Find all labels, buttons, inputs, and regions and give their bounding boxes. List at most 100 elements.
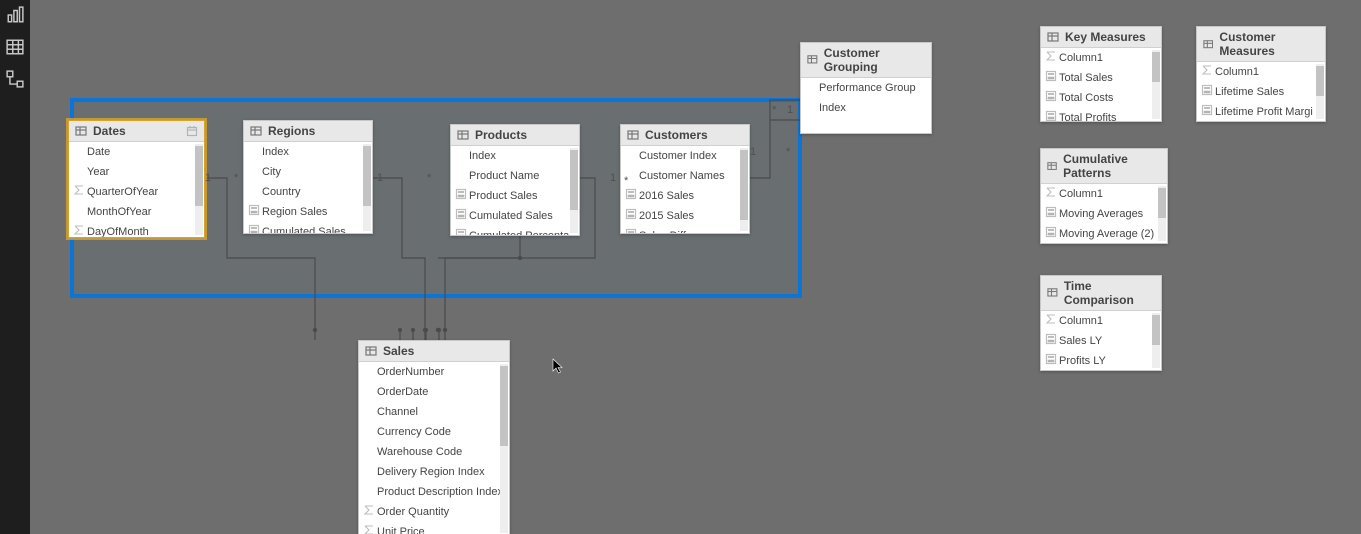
scrollbar-thumb[interactable] [1152,52,1160,82]
calculator-icon [1045,110,1057,121]
field-row[interactable]: Lifetime Profit Margi [1197,102,1325,121]
table-header[interactable]: Time Comparison [1041,276,1161,311]
field-row[interactable]: Lifetime Sales [1197,82,1325,102]
table-header[interactable]: Cumulative Patterns [1041,149,1167,184]
field-row[interactable]: Product Description Index [359,482,509,502]
scrollbar-thumb[interactable] [1316,66,1324,96]
table-card-regions[interactable]: RegionsIndexCityCountryRegion SalesCumul… [243,120,373,234]
cardinality-marker: 1 [377,172,383,184]
table-card-products[interactable]: ProductsIndexProduct NameProduct SalesCu… [450,124,580,236]
table-header[interactable]: Customer Measures [1197,27,1325,62]
field-row[interactable]: Product Sales [451,186,579,206]
scrollbar[interactable] [1158,186,1166,241]
cardinality-marker: 1 [610,172,616,184]
field-label: Index [469,148,496,164]
field-row[interactable]: Index [451,146,579,166]
table-card-time[interactable]: Time ComparisonColumn1Sales LYProfits LY… [1040,275,1162,371]
field-row[interactable]: Date [69,142,204,162]
scrollbar[interactable] [363,144,371,231]
scrollbar[interactable] [500,364,508,533]
field-row[interactable]: 2016 Sales [621,186,749,206]
field-row[interactable]: Profits LY [1041,351,1161,370]
scrollbar-thumb[interactable] [363,146,371,206]
table-header[interactable]: Key Measures [1041,27,1161,48]
calculator-icon [1201,84,1213,96]
field-row[interactable]: Customer Names [621,166,749,186]
field-row[interactable]: Sales LY [1041,331,1161,351]
field-row[interactable]: OrderNumber [359,362,509,382]
field-row[interactable]: Total Profits [1041,108,1161,121]
field-row[interactable]: Product Name [451,166,579,186]
field-row[interactable]: Order Quantity [359,502,509,522]
model-view-icon[interactable] [6,70,24,88]
table-header[interactable]: Customer Grouping [801,43,931,78]
scrollbar-thumb[interactable] [1152,315,1160,345]
table-header[interactable]: Products [451,125,579,146]
table-card-cumulative[interactable]: Cumulative PatternsColumn1Moving Average… [1040,148,1168,244]
table-card-customer_measures[interactable]: Customer MeasuresColumn1Lifetime SalesLi… [1196,26,1326,122]
scrollbar[interactable] [570,148,578,233]
field-label: DayOfMonth [87,224,149,237]
scrollbar[interactable] [1152,50,1160,119]
data-view-icon[interactable] [6,38,24,56]
field-row[interactable]: Column1 [1041,184,1167,204]
field-row[interactable]: 2015 Sales [621,206,749,226]
table-card-key_measures[interactable]: Key MeasuresColumn1Total SalesTotal Cost… [1040,26,1162,122]
scrollbar-thumb[interactable] [1158,188,1166,218]
scrollbar-thumb[interactable] [740,150,748,220]
field-row[interactable]: Region Sales [244,202,372,222]
calculator-icon [248,204,260,216]
field-row[interactable]: Customer Index [621,146,749,166]
field-row[interactable]: Column1 [1041,48,1161,68]
field-row[interactable]: Country [244,182,372,202]
table-card-sales[interactable]: SalesOrderNumberOrderDateChannelCurrency… [358,340,510,534]
sigma-icon [73,184,85,196]
scrollbar-thumb[interactable] [500,366,508,446]
calculator-icon [625,228,637,233]
table-header[interactable]: Sales [359,341,509,362]
table-title: Customer Grouping [824,46,925,74]
sigma-icon [73,224,85,236]
field-row[interactable]: Total Costs [1041,88,1161,108]
report-view-icon[interactable] [6,6,24,24]
scrollbar[interactable] [1152,313,1160,368]
field-row[interactable]: OrderDate [359,382,509,402]
field-row[interactable]: Sales Difference [621,226,749,233]
field-row[interactable]: DayOfMonth [69,222,204,237]
field-row[interactable]: Cumulated Sales [244,222,372,233]
field-row[interactable]: Column1 [1041,311,1161,331]
scrollbar-thumb[interactable] [570,150,578,210]
table-header[interactable]: Customers [621,125,749,146]
scrollbar-thumb[interactable] [195,146,203,206]
table-header[interactable]: Dates [69,121,204,142]
field-row[interactable]: Cumulated Sales [451,206,579,226]
field-row[interactable]: Moving Average (2) [1041,224,1167,243]
field-row[interactable]: Year [69,162,204,182]
field-row[interactable]: Cumulated Percenta [451,226,579,235]
field-row[interactable]: Warehouse Code [359,442,509,462]
field-row[interactable]: QuarterOfYear [69,182,204,202]
scrollbar[interactable] [195,144,203,235]
field-row[interactable]: Delivery Region Index [359,462,509,482]
calculator-icon [625,188,637,200]
field-row[interactable]: Index [244,142,372,162]
field-row[interactable]: MonthOfYear [69,202,204,222]
field-row[interactable]: Moving Averages [1041,204,1167,224]
table-header[interactable]: Regions [244,121,372,142]
field-row[interactable]: Channel [359,402,509,422]
table-card-customers[interactable]: CustomersCustomer IndexCustomer Names201… [620,124,750,234]
field-row[interactable]: Performance Group [801,78,931,98]
model-canvas[interactable]: DatesDateYearQuarterOfYearMonthOfYear Day… [30,0,1361,534]
scrollbar[interactable] [740,148,748,231]
table-icon [75,125,87,137]
field-row[interactable]: City [244,162,372,182]
table-card-customer_grouping[interactable]: Customer Grouping Performance GroupIndex [800,42,932,134]
field-row[interactable]: Unit Price [359,522,509,534]
field-row[interactable]: Index [801,98,931,118]
table-card-dates[interactable]: DatesDateYearQuarterOfYearMonthOfYear Day… [68,120,205,238]
calculator-icon [455,228,467,235]
field-row[interactable]: Column1 [1197,62,1325,82]
scrollbar[interactable] [1316,64,1324,119]
field-row[interactable]: Total Sales [1041,68,1161,88]
field-row[interactable]: Currency Code [359,422,509,442]
